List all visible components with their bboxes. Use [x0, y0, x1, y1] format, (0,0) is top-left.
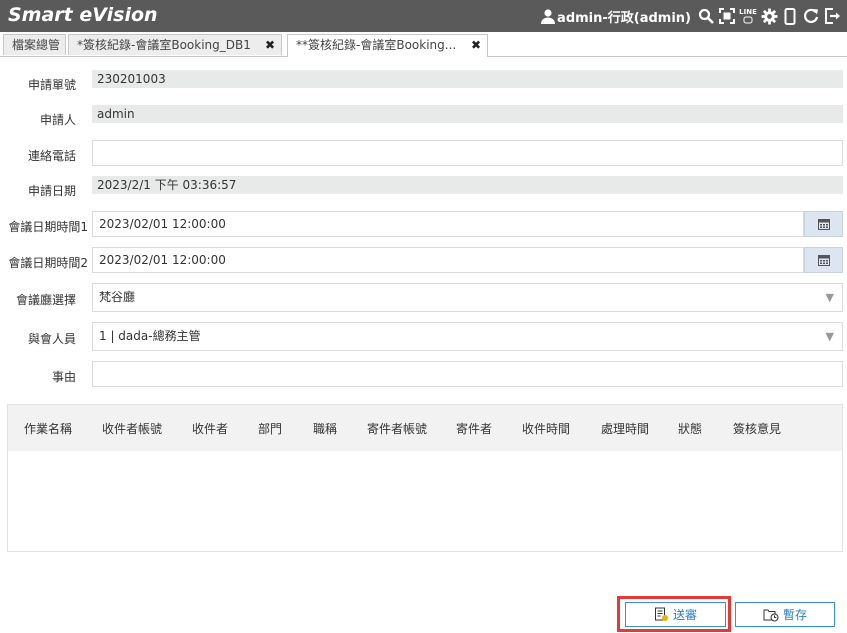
submit-button[interactable]: 送審 [625, 602, 726, 627]
col-recipient[interactable]: 收件者 [192, 420, 228, 437]
dropdown-arrow-icon: ▼ [825, 291, 834, 304]
room-value: 梵谷廳 [99, 290, 136, 304]
phone-input[interactable] [92, 140, 843, 166]
tab-file-manager[interactable]: 檔案總管 [3, 34, 66, 55]
attendee-label: 與會人員 [27, 332, 76, 346]
save-draft-label: 暫存 [782, 608, 807, 622]
save-draft-icon [763, 609, 779, 622]
col-processed-time[interactable]: 處理時間 [601, 420, 649, 437]
datetime1-label: 會議日期時間1 [8, 220, 88, 234]
apply-date-label: 申請日期 [27, 184, 76, 198]
col-title[interactable]: 職稱 [313, 420, 337, 437]
approval-grid: 作業名稱 收件者帳號 收件者 部門 職稱 寄件者帳號 寄件者 收件時間 處理時間… [7, 404, 843, 552]
submit-label: 送審 [672, 608, 697, 622]
col-received-time[interactable]: 收件時間 [522, 420, 570, 437]
top-bar: Smart eVision admin-行政(admin) LINE [0, 0, 847, 32]
apply-no-label: 申請單號 [27, 78, 76, 92]
reason-label: 事由 [51, 370, 76, 384]
reason-input[interactable] [92, 361, 843, 387]
phone-label: 連絡電話 [27, 149, 76, 163]
gear-icon[interactable] [760, 6, 778, 26]
col-department[interactable]: 部門 [258, 420, 282, 437]
datetime1-input[interactable]: 2023/02/01 12:00:00 [92, 211, 804, 237]
calendar-icon [817, 219, 830, 230]
col-recipient-account[interactable]: 收件者帳號 [102, 420, 162, 437]
col-task-name[interactable]: 作業名稱 [24, 420, 72, 437]
dropdown-arrow-icon: ▼ [825, 330, 834, 343]
calendar-icon [817, 255, 830, 266]
tab-bar: 檔案總管 *簽核紀錄-會議室Booking_DB1 ✖ **簽核紀錄-會議室Bo… [0, 32, 847, 57]
app-title: Smart eVision [8, 4, 158, 26]
refresh-icon[interactable] [802, 6, 820, 26]
datetime2-label: 會議日期時間2 [8, 256, 88, 270]
datetime2-input[interactable]: 2023/02/01 12:00:00 [92, 247, 804, 273]
col-sender-account[interactable]: 寄件者帳號 [367, 420, 427, 437]
attendee-select[interactable]: 1 | dada-總務主管 ▼ [92, 322, 843, 351]
datetime1-calendar-button[interactable] [804, 211, 843, 237]
col-sender[interactable]: 寄件者 [456, 420, 492, 437]
tab-approval-active[interactable]: **簽核紀錄-會議室Booking... ✖ [287, 34, 488, 57]
col-status[interactable]: 狀態 [678, 420, 702, 437]
search-icon[interactable] [697, 6, 715, 26]
close-icon[interactable]: ✖ [265, 35, 275, 55]
tab-approval-db1[interactable]: *簽核紀錄-會議室Booking_DB1 ✖ [68, 34, 282, 55]
mobile-icon[interactable] [781, 6, 799, 26]
col-opinion[interactable]: 簽核意見 [733, 420, 781, 437]
user-area: admin-行政(admin) LINE [536, 5, 841, 27]
apply-no-field: 230201003 [92, 70, 843, 88]
apply-date-field: 2023/2/1 下午 03:36:57 [92, 176, 843, 194]
applicant-field: admin [92, 105, 843, 123]
applicant-label: 申請人 [39, 113, 76, 127]
fullscreen-icon[interactable] [718, 6, 736, 26]
room-select[interactable]: 梵谷廳 ▼ [92, 283, 843, 312]
save-draft-button[interactable]: 暫存 [735, 602, 835, 627]
user-icon[interactable] [539, 6, 557, 26]
user-name[interactable]: admin-行政(admin) [557, 7, 691, 26]
attendee-value: 1 | dada-總務主管 [99, 329, 201, 343]
datetime2-calendar-button[interactable] [804, 247, 843, 273]
grid-header: 作業名稱 收件者帳號 收件者 部門 職稱 寄件者帳號 寄件者 收件時間 處理時間… [8, 405, 842, 451]
room-label: 會議廳選擇 [15, 293, 76, 307]
submit-doc-icon [654, 607, 668, 621]
close-icon[interactable]: ✖ [471, 35, 481, 55]
line-icon[interactable]: LINE [739, 6, 757, 26]
logout-icon[interactable] [823, 6, 841, 26]
